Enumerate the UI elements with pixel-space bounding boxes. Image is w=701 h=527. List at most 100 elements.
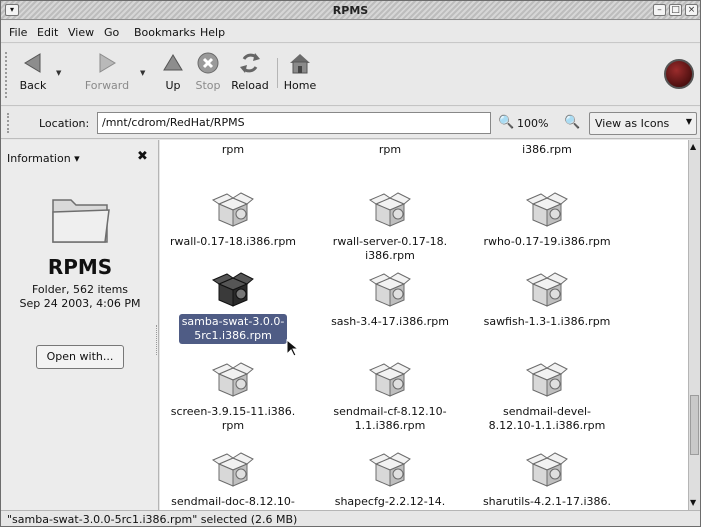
chevron-down-icon: ▼ (685, 117, 692, 126)
file-name: sendmail-devel- 8.12.10-1.1.i386.rpm (488, 405, 606, 432)
rpm-package-icon (211, 192, 254, 227)
up-arrow-icon (163, 54, 183, 71)
view-as-label: View as Icons (595, 117, 670, 130)
file-name: rwho-0.17-19.i386.rpm (483, 235, 611, 248)
icon-view[interactable]: ruff-devel-2.0-2.i386.rpm rusers-0.17-31.… (160, 140, 688, 510)
menu-edit[interactable]: Edit (37, 26, 58, 39)
file-item[interactable]: sendmail-cf-8.12.10- 1.1.i386.rpm (315, 360, 465, 434)
toolbar-grip[interactable] (5, 52, 9, 98)
scroll-down-icon[interactable]: ▼ (690, 498, 696, 507)
folder-item-count: Folder, 562 items (31, 283, 129, 296)
location-bar-grip[interactable] (7, 113, 11, 133)
title-bar[interactable]: ▾ RPMS – □ × (1, 1, 700, 20)
mouse-pointer-icon (286, 339, 300, 357)
menu-bookmarks[interactable]: Bookmarks (134, 26, 195, 39)
file-item[interactable]: sharutils-4.2.1-17.i386. (472, 450, 622, 510)
menu-bar: File Edit View Go Bookmarks Help (1, 21, 700, 43)
vertical-scrollbar[interactable]: ▲ ▼ (688, 140, 700, 510)
file-name: sash-3.4-17.i386.rpm (331, 315, 449, 328)
activity-throbber-icon (664, 59, 694, 89)
view-as-select[interactable]: View as Icons ▼ (589, 112, 697, 135)
reload-icon (240, 53, 260, 73)
back-button[interactable]: Back (13, 50, 53, 102)
open-with-button[interactable]: Open with... (36, 345, 124, 369)
file-item[interactable]: rwall-server-0.17-18. i386.rpm (315, 190, 465, 264)
status-text: "samba-swat-3.0.0-5rc1.i386.rpm" selecte… (7, 513, 298, 526)
rpm-package-icon (368, 272, 411, 307)
menu-view[interactable]: View (68, 26, 94, 39)
file-item[interactable]: rusers-0.17-31.i386.rpm (315, 140, 465, 158)
zoom-level[interactable]: 100% (517, 117, 548, 130)
sidebar-resize-handle[interactable] (156, 325, 159, 355)
file-item[interactable]: rwho-0.17-19.i386.rpm (472, 190, 622, 250)
file-item[interactable]: samba-swat-3.0.0- 5rc1.i386.rpm (160, 270, 308, 344)
up-button[interactable]: Up (159, 50, 187, 102)
sidebar-header-label: Information (7, 152, 71, 165)
rpm-package-icon (368, 362, 411, 397)
forward-arrow-icon (99, 53, 116, 73)
file-name: sendmail-cf-8.12.10- 1.1.i386.rpm (333, 405, 447, 432)
minimize-icon[interactable]: – (653, 4, 666, 16)
reload-button[interactable]: Reload (227, 50, 273, 102)
file-item[interactable]: sendmail-doc-8.12.10- (160, 450, 308, 510)
file-name: ruff-devel-2.0-2.i386.rpm (175, 140, 292, 156)
file-name: shapecfg-2.2.12-14. (334, 495, 446, 508)
home-button[interactable]: Home (282, 50, 318, 102)
close-sidebar-icon[interactable]: ✖ (137, 149, 148, 164)
rpm-package-icon (368, 452, 411, 487)
rpm-package-icon (211, 362, 254, 397)
file-item[interactable]: sash-3.4-17.i386.rpm (315, 270, 465, 330)
file-name: rusers-0.17-31.i386.rpm (334, 140, 446, 156)
file-item[interactable]: ruff-devel-2.0-2.i386.rpm (160, 140, 308, 158)
rpm-package-icon (525, 192, 568, 227)
maximize-icon[interactable]: □ (669, 4, 682, 16)
file-name: sendmail-doc-8.12.10- (171, 495, 295, 508)
file-name: screen-3.9.15-11.i386. rpm (170, 405, 296, 432)
file-item[interactable]: rwall-0.17-18.i386.rpm (160, 190, 308, 250)
folder-name: RPMS (47, 255, 113, 279)
menu-file[interactable]: File (9, 26, 27, 39)
forward-history-dropdown[interactable]: ▼ (140, 69, 145, 77)
file-name: rusers-server-0.17-31.i386.rpm (486, 140, 608, 156)
home-label: Home (283, 79, 317, 92)
forward-label: Forward (84, 79, 130, 92)
file-manager-window: ▾ RPMS – □ × File Edit View Go Bookmarks… (0, 0, 701, 527)
stop-icon (197, 52, 219, 74)
forward-button[interactable]: Forward (80, 50, 134, 102)
zoom-out-icon[interactable]: 🔍 (498, 115, 514, 130)
back-history-dropdown[interactable]: ▼ (56, 69, 61, 77)
back-label: Back (19, 79, 47, 92)
rpm-package-icon (525, 362, 568, 397)
up-label: Up (165, 79, 181, 92)
back-arrow-icon (24, 53, 41, 73)
location-input[interactable]: /mnt/cdrom/RedHat/RPMS (97, 112, 491, 134)
rpm-package-icon (368, 192, 411, 227)
folder-date: Sep 24 2003, 4:06 PM (19, 297, 141, 310)
scroll-up-icon[interactable]: ▲ (690, 142, 696, 151)
toolbar-separator (277, 58, 278, 88)
file-name: rwall-server-0.17-18. i386.rpm (332, 235, 448, 262)
rpm-package-icon (525, 452, 568, 487)
file-name: sharutils-4.2.1-17.i386. (482, 495, 612, 508)
reload-label: Reload (231, 79, 269, 92)
folder-icon (52, 199, 110, 243)
menu-go[interactable]: Go (104, 26, 119, 39)
file-item[interactable]: shapecfg-2.2.12-14. (315, 450, 465, 510)
rpm-package-icon (211, 452, 254, 487)
file-item[interactable]: sendmail-devel- 8.12.10-1.1.i386.rpm (472, 360, 622, 434)
close-window-icon[interactable]: × (685, 4, 698, 16)
location-bar: Location: /mnt/cdrom/RedHat/RPMS 🔍 100% … (1, 107, 700, 139)
stop-label: Stop (195, 79, 221, 92)
rpm-package-icon (525, 272, 568, 307)
home-icon (290, 54, 310, 74)
scrollbar-thumb[interactable] (690, 395, 699, 455)
file-item[interactable]: screen-3.9.15-11.i386. rpm (160, 360, 308, 434)
sidebar-type-select[interactable]: Information ▾ (7, 152, 80, 165)
file-item[interactable]: rusers-server-0.17-31.i386.rpm (472, 140, 622, 158)
zoom-in-icon[interactable]: 🔍 (564, 115, 580, 130)
file-name: rwall-0.17-18.i386.rpm (169, 235, 297, 248)
file-item[interactable]: sawfish-1.3-1.i386.rpm (472, 270, 622, 330)
stop-button[interactable]: Stop (191, 50, 225, 102)
information-sidebar: Information ▾ ✖ RPMS Folder, 562 items S… (1, 140, 159, 510)
menu-help[interactable]: Help (200, 26, 225, 39)
